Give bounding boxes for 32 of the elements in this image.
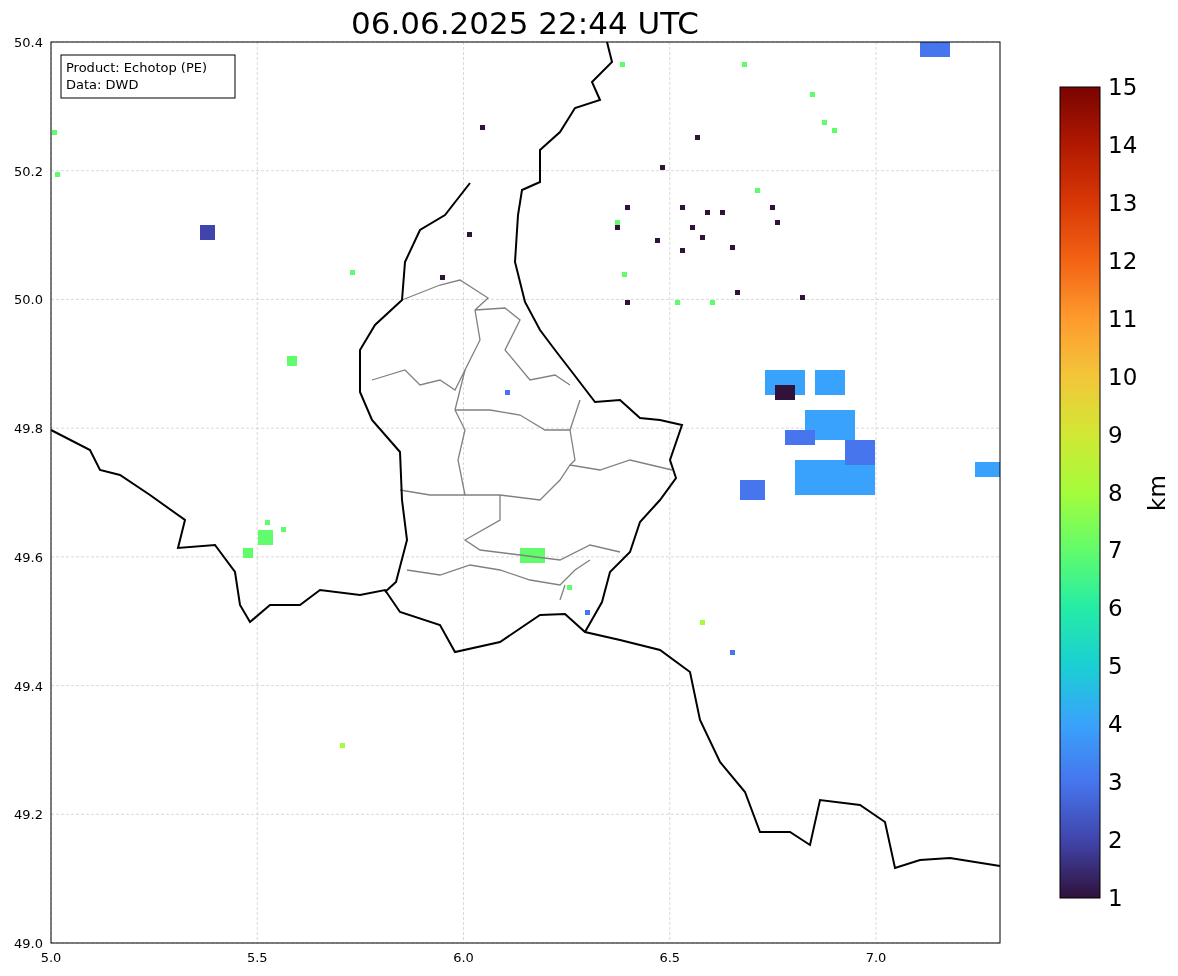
colorbar-tick-label: 7	[1108, 537, 1123, 564]
y-tick-label: 49.6	[14, 549, 43, 565]
colorbar-tick-label: 11	[1108, 305, 1138, 332]
x-tick-label: 6.0	[453, 950, 474, 965]
colorbar-tick-label: 4	[1108, 711, 1123, 738]
colorbar-tick-label: 3	[1108, 769, 1123, 796]
y-tick-label: 50.4	[14, 35, 43, 50]
y-tick-label: 49.4	[14, 678, 43, 694]
colorbar-tick-label: 1	[1108, 885, 1123, 911]
x-tick-label: 5.0	[40, 950, 62, 965]
y-tick-label: 49.0	[14, 936, 43, 951]
colorbar-tick-label: 6	[1108, 595, 1123, 622]
colorbar-label: km	[1144, 475, 1170, 511]
info-text: Data: DWD	[66, 77, 139, 92]
y-tick-label: 50.0	[14, 292, 43, 308]
colorbar-tick-label: 2	[1108, 827, 1123, 854]
y-tick-label: 50.2	[14, 163, 43, 179]
colorbar-tick-label: 13	[1108, 189, 1138, 216]
x-tick-label: 6.5	[659, 950, 681, 965]
colorbar-tick-label: 12	[1108, 247, 1138, 274]
y-tick-label: 49.2	[14, 807, 43, 823]
colorbar-tick-label: 9	[1108, 421, 1123, 448]
colorbar-tick-label: 5	[1108, 653, 1123, 680]
colorbar-tick-label: 10	[1108, 363, 1138, 390]
x-tick-label: 5.5	[246, 950, 268, 965]
map-title: 06.06.2025 22:44 UTC	[351, 5, 699, 41]
x-tick-label: 7.0	[865, 950, 887, 965]
info-text: Product: Echotop (PE)	[66, 60, 208, 75]
colorbar-tick-label: 15	[1108, 74, 1138, 100]
y-tick-label: 49.8	[14, 421, 43, 437]
colorbar-tick-label: 14	[1108, 131, 1138, 158]
colorbar-tick-label: 8	[1108, 479, 1123, 506]
